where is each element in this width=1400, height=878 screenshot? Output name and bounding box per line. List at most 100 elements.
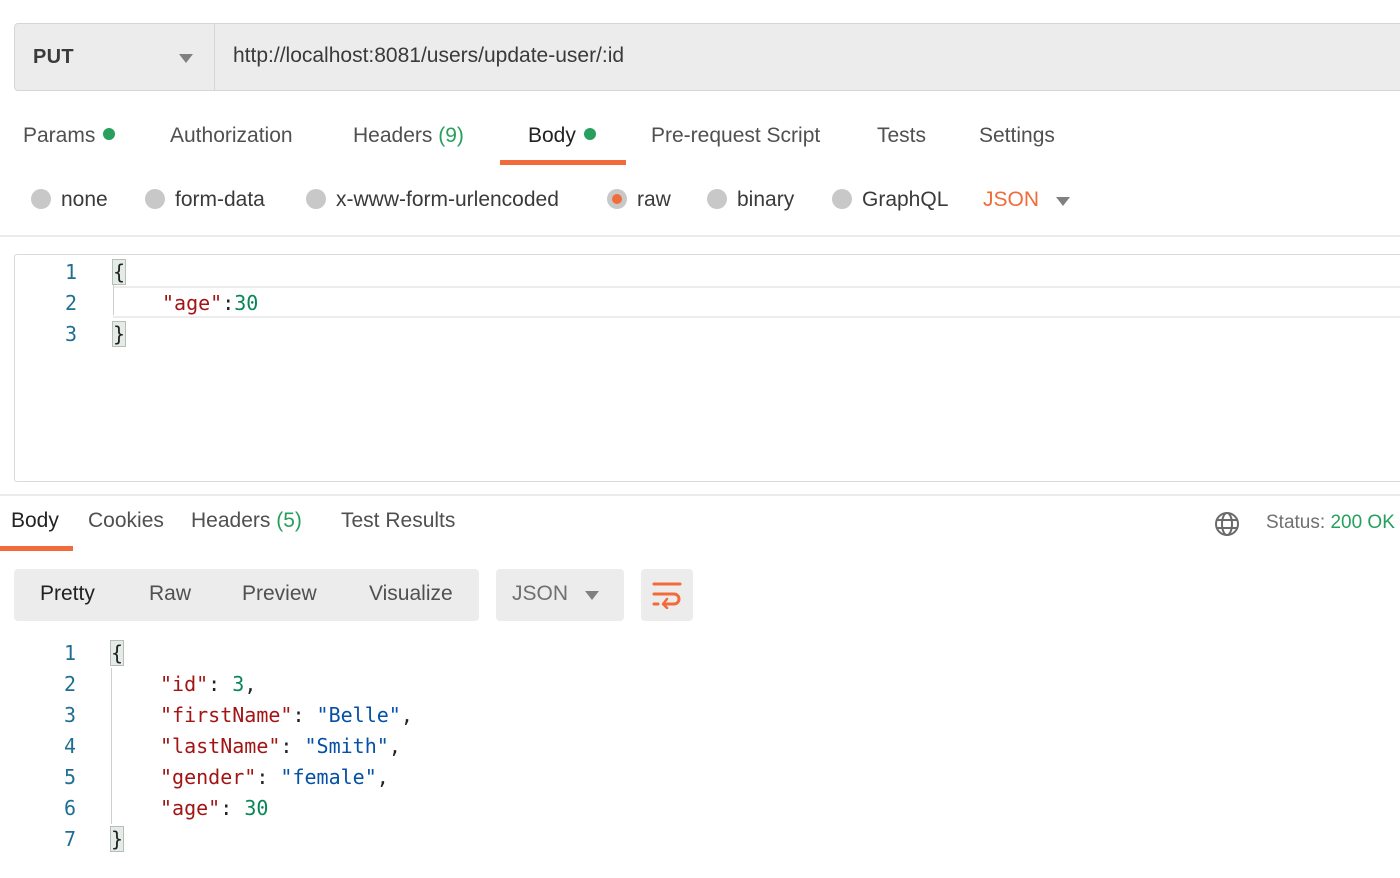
json-key: "age" <box>160 796 221 820</box>
tab-label: Tests <box>877 124 927 147</box>
radio-form-data[interactable]: form-data <box>145 188 265 212</box>
radio-label: x-www-form-urlencoded <box>336 188 559 211</box>
line-number: 3 <box>63 703 76 727</box>
view-raw[interactable]: Raw <box>149 582 191 606</box>
language-select[interactable]: JSON <box>983 188 1039 212</box>
json-key: "lastName" <box>160 734 281 758</box>
code-line: "age": 30 <box>160 796 269 820</box>
radio-none[interactable]: none <box>31 188 108 212</box>
json-key: "gender" <box>160 765 257 789</box>
json-punct: , <box>376 765 389 789</box>
tab-label: Headers <box>353 124 433 147</box>
tab-settings[interactable]: Settings <box>979 124 1055 148</box>
format-label: JSON <box>512 582 569 605</box>
code-brace: } <box>109 826 125 852</box>
radio-x-www-form-urlencoded[interactable]: x-www-form-urlencoded <box>306 188 559 212</box>
response-tab-headers[interactable]: Headers (5) <box>191 509 302 533</box>
view-pretty[interactable]: Pretty <box>40 582 95 606</box>
line-number: 4 <box>63 734 76 758</box>
json-punct: , <box>400 703 413 727</box>
radio-circle-icon <box>145 189 165 209</box>
line-number: 3 <box>64 322 77 346</box>
tab-tests[interactable]: Tests <box>877 124 926 148</box>
method-select[interactable]: PUT <box>15 24 215 90</box>
line-number: 2 <box>63 672 76 696</box>
line-number: 5 <box>63 765 76 789</box>
chevron-down-icon <box>179 54 193 63</box>
tab-label: Authorization <box>170 124 293 147</box>
radio-circle-icon <box>707 189 727 209</box>
line-number: 1 <box>64 260 77 284</box>
tab-body[interactable]: Body <box>528 124 596 148</box>
json-string: "Belle" <box>316 703 401 727</box>
code-brace: { <box>109 640 125 666</box>
line-number: 7 <box>63 827 76 851</box>
code-brace: } <box>111 321 127 347</box>
radio-graphql[interactable]: GraphQL <box>832 188 948 212</box>
params-indicator-dot <box>103 128 116 140</box>
view-preview[interactable]: Preview <box>242 582 317 606</box>
line-number: 1 <box>63 641 76 665</box>
code-line: "firstName": "Belle", <box>160 703 413 727</box>
radio-raw[interactable]: raw <box>607 188 671 212</box>
radio-label: GraphQL <box>862 188 949 211</box>
response-body-viewer[interactable]: 1 { 2 "id": 3, 3 "firstName": "Belle", 4… <box>0 636 1400 866</box>
status-label: Status: <box>1266 512 1326 533</box>
response-tab-test-results[interactable]: Test Results <box>341 509 455 533</box>
body-indicator-dot <box>583 128 596 140</box>
radio-label: raw <box>637 188 671 211</box>
tab-headers[interactable]: Headers (9) <box>353 124 464 148</box>
divider <box>0 235 1400 237</box>
radio-circle-icon <box>31 189 51 209</box>
code-line: "gender": "female", <box>160 765 389 789</box>
radio-circle-icon <box>832 189 852 209</box>
json-punct: : <box>222 291 235 315</box>
code-line: "id": 3, <box>160 672 257 696</box>
json-string: "Smith" <box>304 734 389 758</box>
json-number: 30 <box>244 796 269 820</box>
radio-label: form-data <box>175 188 265 211</box>
tab-authorization[interactable]: Authorization <box>170 124 293 148</box>
tab-label: Body <box>528 124 576 147</box>
status-value: 200 OK <box>1330 512 1395 533</box>
active-tab-underline <box>500 160 626 165</box>
tab-label: Settings <box>979 124 1055 147</box>
indent-guide <box>111 668 112 824</box>
active-line-highlight <box>113 286 1400 318</box>
globe-icon[interactable] <box>1214 511 1240 537</box>
response-tab-cookies[interactable]: Cookies <box>88 509 164 533</box>
active-tab-underline <box>0 546 73 551</box>
code-line: "lastName": "Smith", <box>160 734 401 758</box>
json-key: "firstName" <box>160 703 293 727</box>
tab-label: Params <box>23 124 96 147</box>
response-status: Status: 200 OK <box>1266 512 1395 534</box>
chevron-down-icon <box>585 591 599 600</box>
headers-count: (9) <box>438 124 464 147</box>
divider <box>0 494 1400 496</box>
radio-label: binary <box>737 188 795 211</box>
json-key: "id" <box>160 672 209 696</box>
json-number: 30 <box>234 291 259 315</box>
chevron-down-icon[interactable] <box>1056 197 1070 206</box>
code-line: "age":30 <box>162 291 258 315</box>
radio-binary[interactable]: binary <box>707 188 794 212</box>
json-key: "age" <box>162 291 223 315</box>
json-punct: , <box>388 734 401 758</box>
json-string: "female" <box>280 765 377 789</box>
radio-circle-icon <box>306 189 326 209</box>
request-body-editor[interactable]: 1 { 2 "age":30 3 } <box>14 254 1400 482</box>
view-visualize[interactable]: Visualize <box>369 582 453 606</box>
url-input[interactable]: http://localhost:8081/users/update-user/… <box>233 44 624 68</box>
code-brace: { <box>111 259 127 285</box>
line-number: 6 <box>63 796 76 820</box>
json-punct: , <box>244 672 257 696</box>
request-url-bar: PUT http://localhost:8081/users/update-u… <box>14 23 1400 91</box>
response-tab-body[interactable]: Body <box>11 509 59 533</box>
method-label: PUT <box>33 46 74 68</box>
radio-selected-icon <box>607 189 627 209</box>
radio-label: none <box>61 188 108 211</box>
wrap-lines-button[interactable] <box>641 569 693 621</box>
tab-params[interactable]: Params <box>23 124 116 148</box>
tab-pre-request-script[interactable]: Pre-request Script <box>651 124 820 148</box>
indent-guide <box>113 285 114 315</box>
